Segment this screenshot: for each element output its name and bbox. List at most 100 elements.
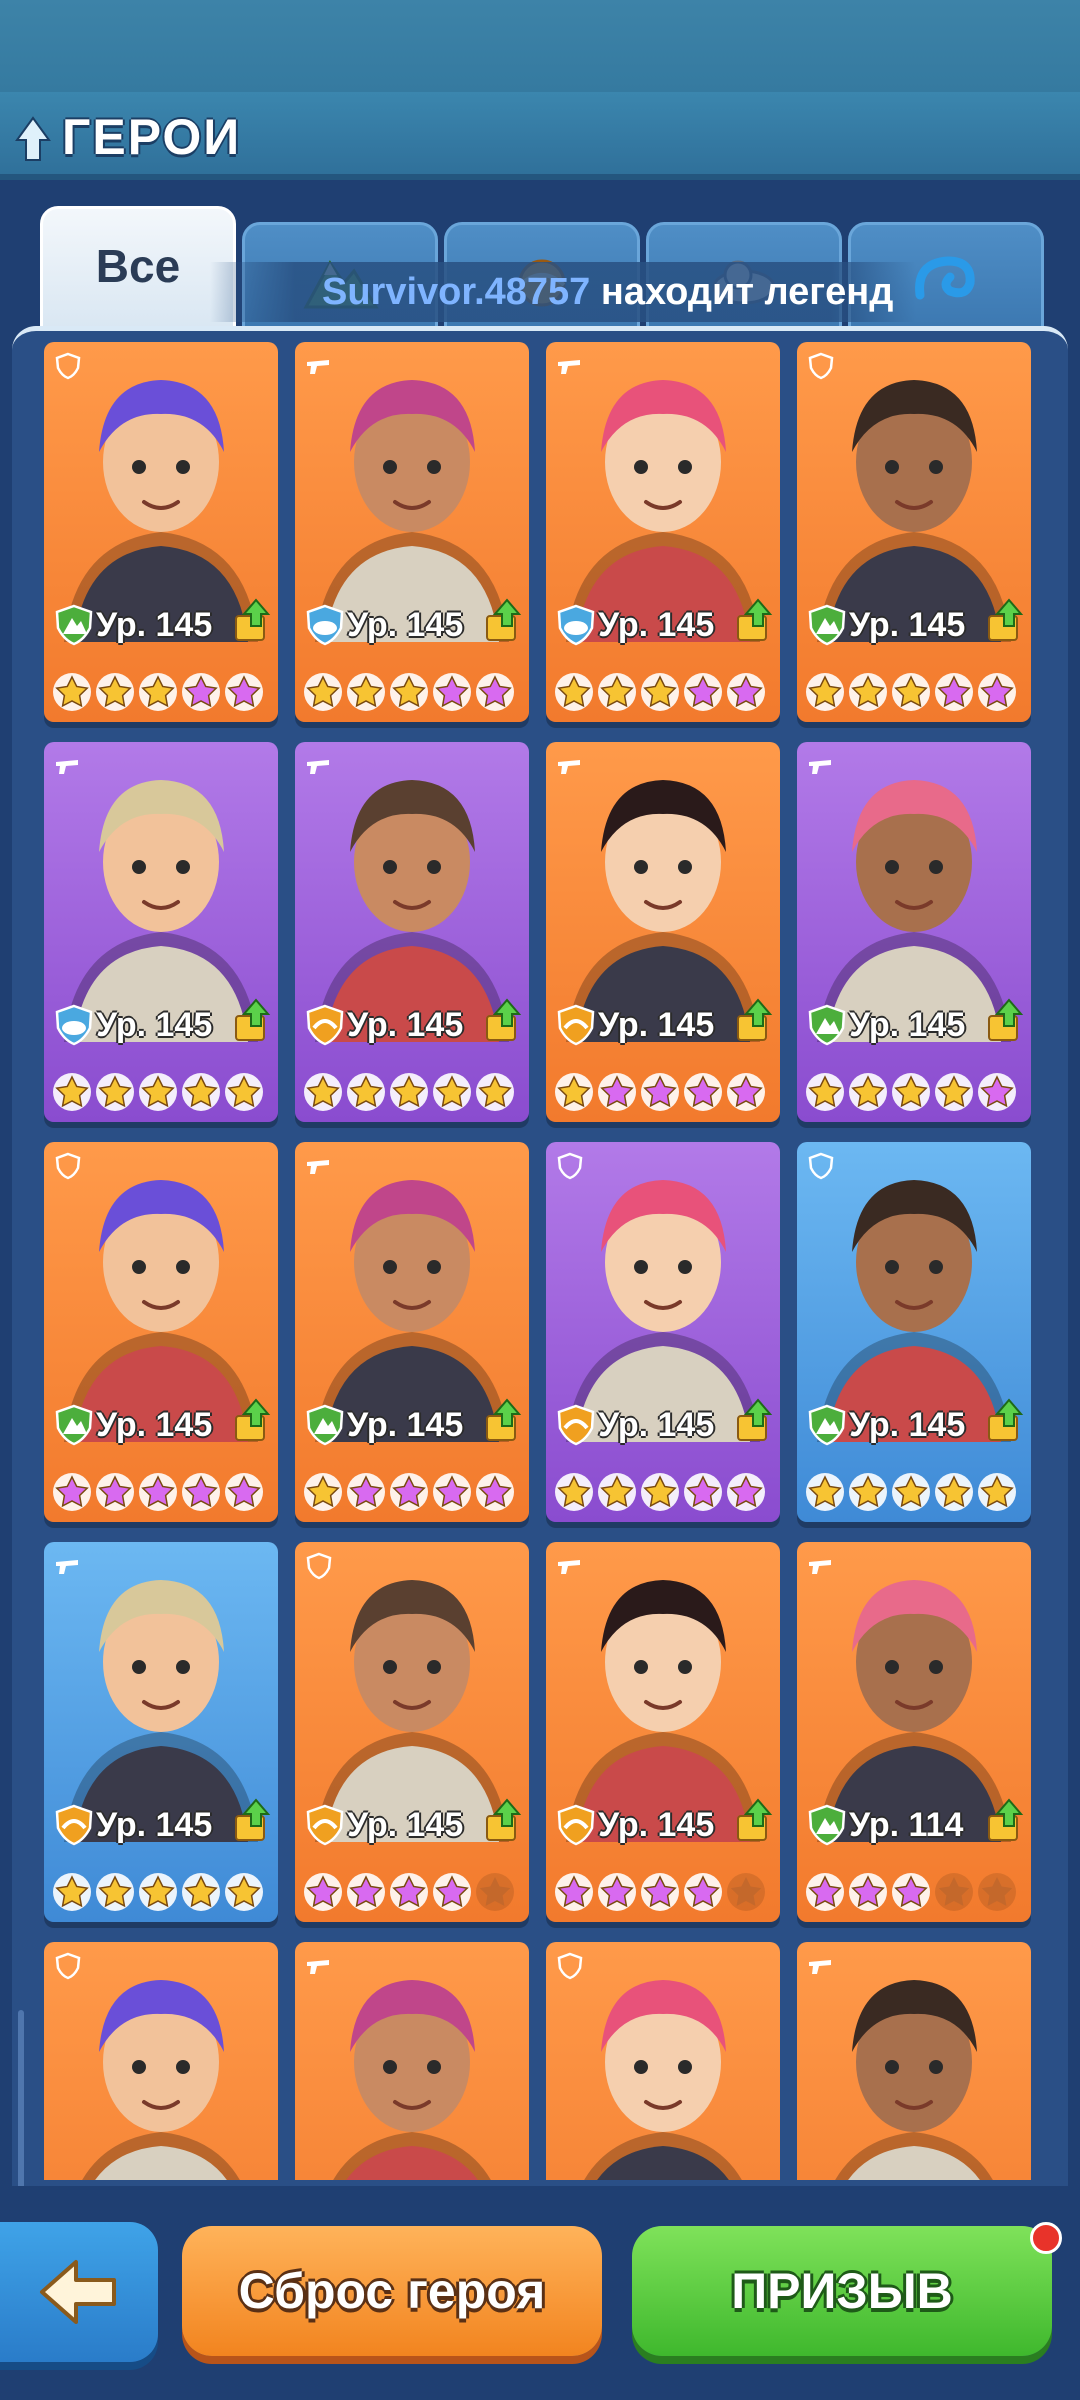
page-title: ГЕРОИ (62, 109, 242, 165)
ticker-message: находит легенд (590, 271, 894, 313)
sun-element-icon (557, 1004, 595, 1046)
hero-grid: Ур. 145 Ур. 145 Ур. 145 Ур. 145 Ур. 145 Ур. 1… (44, 342, 1036, 2180)
hero-level: Ур. 145 (849, 606, 966, 644)
star-icon (935, 673, 973, 711)
hero-card[interactable]: Ур. 145 (44, 742, 278, 1122)
hero-level-row: Ур. 145 (54, 598, 274, 646)
star-icon (641, 673, 679, 711)
tab-all[interactable]: Все (40, 206, 236, 338)
hero-card[interactable]: Ур. 145 (797, 742, 1031, 1122)
gun-icon (307, 1160, 329, 1174)
hero-star-rating (805, 1072, 1031, 1112)
upgrade-arrow-icon (737, 598, 773, 641)
shield-icon (557, 1152, 583, 1180)
gun-icon (809, 760, 831, 774)
hero-level: Ур. 145 (96, 1406, 213, 1444)
star-icon (598, 1073, 636, 1111)
gun-icon (307, 1960, 329, 1974)
star-icon (347, 1073, 385, 1111)
back-button[interactable] (0, 2222, 158, 2362)
hero-card[interactable]: Ур. 114 (797, 1542, 1031, 1922)
star-icon (978, 673, 1016, 711)
hero-portrait (566, 780, 760, 1042)
gun-icon (809, 1960, 831, 1974)
star-icon (53, 673, 91, 711)
star-icon (53, 1073, 91, 1111)
hero-card[interactable]: Ур. 145 (797, 1142, 1031, 1522)
summon-notification-dot (1030, 2222, 1062, 2254)
hero-card[interactable] (546, 1942, 780, 2180)
hero-card[interactable]: Ур. 145 (546, 1542, 780, 1922)
hero-card[interactable]: Ур. 145 (44, 1542, 278, 1922)
hero-portrait (64, 1580, 258, 1842)
hero-star-rating (303, 672, 529, 712)
star-icon (555, 1073, 593, 1111)
hero-card[interactable]: Ур. 145 (546, 342, 780, 722)
star-icon (684, 1073, 722, 1111)
star-icon (347, 673, 385, 711)
hero-portrait (566, 380, 760, 642)
star-icon (96, 1873, 134, 1911)
star-icon (347, 1473, 385, 1511)
star-icon (892, 1873, 930, 1911)
star-icon (390, 1073, 428, 1111)
star-icon (641, 1873, 679, 1911)
sun-element-icon (55, 1804, 93, 1846)
star-icon (641, 1073, 679, 1111)
hero-card[interactable]: Ур. 145 (295, 742, 529, 1122)
shield-icon (55, 1152, 81, 1180)
cloud-element-icon (55, 1004, 93, 1046)
hero-card[interactable]: Ур. 145 (295, 342, 529, 722)
cloud-element-icon (557, 604, 595, 646)
star-icon (806, 1473, 844, 1511)
star-icon (139, 1873, 177, 1911)
hero-level-row: Ур. 145 (807, 998, 1027, 1046)
hero-card[interactable]: Ур. 145 (295, 1542, 529, 1922)
upgrade-arrow-icon (486, 1798, 522, 1841)
hero-portrait (817, 380, 1011, 642)
hero-card[interactable] (295, 1942, 529, 2180)
hero-card[interactable]: Ур. 145 (295, 1142, 529, 1522)
hero-card[interactable]: Ур. 145 (546, 1142, 780, 1522)
reset-hero-button[interactable]: Сброс героя (182, 2226, 602, 2356)
hero-portrait (64, 380, 258, 642)
star-icon (53, 1473, 91, 1511)
hero-card[interactable]: Ур. 145 (546, 742, 780, 1122)
star-icon (304, 1473, 342, 1511)
hero-star-rating (554, 672, 780, 712)
hero-card[interactable] (44, 1942, 278, 2180)
hero-level: Ур. 145 (347, 1006, 464, 1044)
hero-portrait (566, 1180, 760, 1442)
upgrade-arrow-icon (486, 998, 522, 1041)
star-icon (390, 1873, 428, 1911)
hero-card[interactable]: Ур. 145 (44, 1142, 278, 1522)
hero-level: Ур. 145 (96, 606, 213, 644)
hero-star-rating (52, 1472, 278, 1512)
shield-icon (55, 352, 81, 380)
star-icon (225, 1873, 263, 1911)
star-icon (555, 1873, 593, 1911)
hero-star-rating (554, 1872, 780, 1912)
star-icon (806, 1873, 844, 1911)
star-icon (139, 1073, 177, 1111)
star-icon (892, 1473, 930, 1511)
star-icon (182, 1873, 220, 1911)
hero-card[interactable] (797, 1942, 1031, 2180)
top-banner (0, 0, 1080, 92)
hero-star-rating (303, 1872, 529, 1912)
hero-card[interactable]: Ур. 145 (44, 342, 278, 722)
hero-level-row: Ур. 114 (807, 1798, 1027, 1846)
star-icon (555, 1473, 593, 1511)
scrollbar[interactable] (18, 2010, 24, 2190)
upgrade-arrow-icon (737, 1398, 773, 1441)
hero-level-row: Ур. 145 (305, 1398, 525, 1446)
hero-portrait (315, 380, 509, 642)
summon-button[interactable]: ПРИЗЫВ (632, 2226, 1052, 2356)
hero-card[interactable]: Ур. 145 (797, 342, 1031, 722)
star-icon (892, 673, 930, 711)
hero-level: Ур. 145 (347, 1406, 464, 1444)
hero-level: Ур. 145 (849, 1006, 966, 1044)
star-icon (849, 1073, 887, 1111)
star-icon (182, 1473, 220, 1511)
mountain-element-icon (55, 1404, 93, 1446)
